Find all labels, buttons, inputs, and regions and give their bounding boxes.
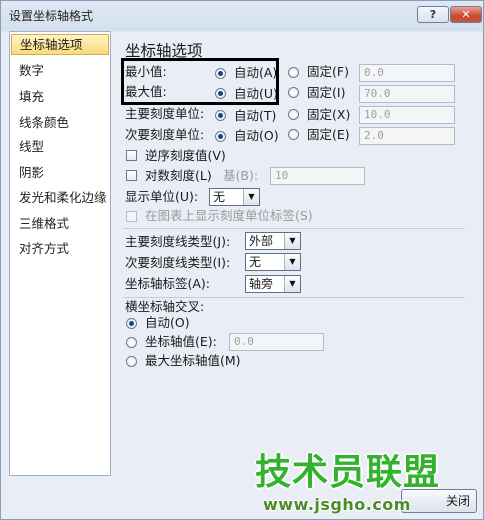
display-units-label: 显示单位(U): [125,189,199,204]
major-tick-label: 主要刻度线类型(J): [125,234,231,249]
divider [123,297,465,298]
log-scale-label: 对数刻度(L) [145,168,212,183]
axis-labels-label: 坐标轴标签(A): [125,276,211,291]
sidebar-item-line-color[interactable]: 线条颜色 [11,112,109,133]
cross-auto-radio[interactable] [126,318,137,329]
format-axis-dialog: 设置坐标轴格式 ? ✕ 坐标轴选项 数字 填充 线条颜色 线型 阴影 发光和柔化… [0,0,484,520]
axis-labels-select[interactable]: 轴旁 ▼ [245,275,301,293]
reverse-order-label: 逆序刻度值(V) [145,148,226,163]
sidebar-item-axis-options[interactable]: 坐标轴选项 [11,34,109,55]
minor-unit-auto-radio[interactable] [215,131,226,142]
watermark-title: 技术员联盟 [255,452,441,493]
sidebar-item-shadow[interactable]: 阴影 [11,162,109,183]
max-fixed-radio[interactable] [288,87,299,98]
log-base-label: 基(B): [223,168,259,183]
chevron-down-icon: ▼ [284,254,300,270]
help-button[interactable]: ? [417,6,449,23]
cross-value-field[interactable]: 0.0 [229,333,324,351]
cross-max-radio[interactable] [126,356,137,367]
dialog-title: 设置坐标轴格式 [9,9,94,23]
chevron-down-icon: ▼ [284,276,300,292]
cross-max-label: 最大坐标轴值(M) [145,353,241,368]
major-unit-auto-radio[interactable] [215,110,226,121]
sidebar-item-glow[interactable]: 发光和柔化边缘 [11,187,109,208]
show-units-label: 在图表上显示刻度单位标签(S) [145,208,313,223]
sidebar-item-line-style[interactable]: 线型 [11,136,109,157]
log-scale-checkbox[interactable] [126,170,137,181]
minor-unit-fixed-label: 固定(E) [307,127,350,142]
cross-value-label: 坐标轴值(E): [145,334,217,349]
divider [123,228,465,229]
log-base-field[interactable]: 10 [270,167,365,185]
min-fixed-radio[interactable] [288,67,299,78]
major-unit-auto-label: 自动(T) [234,108,277,123]
title-bar: 设置坐标轴格式 ? ✕ [1,1,483,27]
major-unit-fixed-radio[interactable] [288,109,299,120]
close-window-button[interactable]: ✕ [450,6,482,23]
minor-unit-field[interactable]: 2.0 [359,127,455,145]
minor-tick-value: 无 [249,255,262,269]
major-tick-value: 外部 [249,234,274,248]
display-units-value: 无 [213,190,226,204]
major-unit-label: 主要刻度单位: [125,106,205,121]
axis-labels-value: 轴旁 [249,277,274,291]
minor-unit-fixed-radio[interactable] [288,129,299,140]
sidebar-item-3d-format[interactable]: 三维格式 [11,213,109,234]
max-value-field[interactable]: 70.0 [359,85,455,103]
minor-unit-label: 次要刻度单位: [125,127,205,142]
display-units-select[interactable]: 无 ▼ [209,188,260,206]
reverse-order-checkbox[interactable] [126,150,137,161]
major-unit-fixed-label: 固定(X) [307,107,351,122]
category-sidebar: 坐标轴选项 数字 填充 线条颜色 线型 阴影 发光和柔化边缘 三维格式 对齐方式 [9,31,111,476]
minor-tick-label: 次要刻度线类型(I): [125,255,231,270]
sidebar-item-number[interactable]: 数字 [11,60,109,81]
highlight-box [121,58,279,105]
minor-unit-auto-label: 自动(O) [234,128,279,143]
sidebar-item-fill[interactable]: 填充 [11,86,109,107]
major-tick-select[interactable]: 外部 ▼ [245,232,301,250]
chevron-down-icon: ▼ [243,189,259,205]
major-unit-field[interactable]: 10.0 [359,106,455,124]
cross-auto-label: 自动(O) [145,315,190,330]
show-units-checkbox[interactable] [126,211,137,222]
cross-value-radio[interactable] [126,337,137,348]
minor-tick-select[interactable]: 无 ▼ [245,253,301,271]
chevron-down-icon: ▼ [284,233,300,249]
max-fixed-label: 固定(I) [307,85,346,100]
cross-label: 横坐标轴交叉: [125,299,205,314]
min-fixed-label: 固定(F) [307,64,349,79]
watermark-url: www.jsgho.com [263,495,411,514]
min-value-field[interactable]: 0.0 [359,64,455,82]
watermark: 技术员联盟 www.jsgho.com [255,453,465,519]
sidebar-item-alignment[interactable]: 对齐方式 [11,238,109,259]
